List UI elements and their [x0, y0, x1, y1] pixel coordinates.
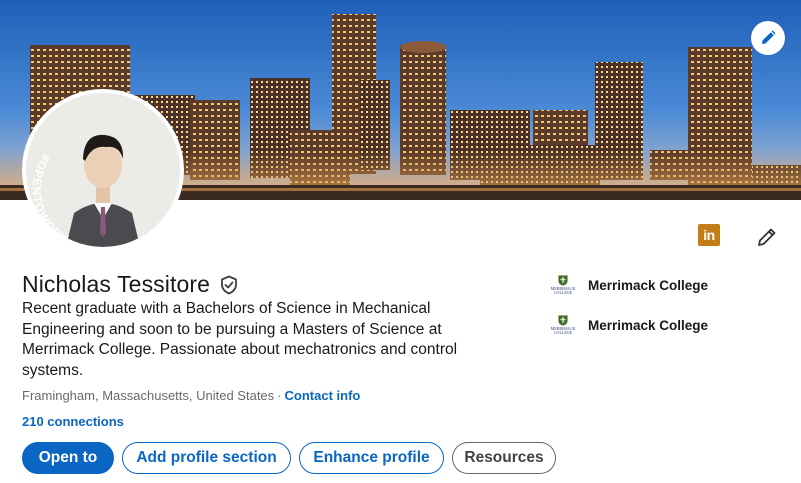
school-logo-caption: MERRIMACK COLLEGE — [550, 285, 576, 295]
name-row: Nicholas Tessitore — [22, 271, 240, 298]
add-profile-section-button[interactable]: Add profile section — [122, 442, 291, 474]
connections-link[interactable]: 210 connections — [22, 414, 124, 429]
enhance-profile-button[interactable]: Enhance profile — [299, 442, 444, 474]
open-to-button[interactable]: Open to — [22, 442, 114, 474]
merrimack-crest-icon: MERRIMACK COLLEGE — [550, 312, 576, 338]
education-item[interactable]: MERRIMACK COLLEGE Merrimack College — [550, 272, 708, 298]
profile-headline: Recent graduate with a Bachelors of Scie… — [22, 300, 458, 379]
school-name: Merrimack College — [588, 277, 709, 293]
edit-banner-button[interactable] — [751, 21, 785, 55]
profile-name: Nicholas Tessitore — [22, 271, 211, 297]
separator: · — [277, 388, 282, 403]
shield-check-icon[interactable] — [218, 274, 240, 296]
location-row: Framingham, Massachusetts, United States… — [22, 388, 360, 403]
profile-location: Framingham, Massachusetts, United States — [22, 388, 275, 403]
pencil-icon — [758, 228, 776, 246]
profile-photo[interactable]: #OPENTOWORK — [22, 89, 184, 251]
linkedin-badge-text: in — [703, 227, 715, 243]
resources-button[interactable]: Resources — [452, 442, 556, 474]
profile-action-buttons: Open to Add profile section Enhance prof… — [22, 442, 556, 474]
merrimack-crest-icon: MERRIMACK COLLEGE — [550, 272, 576, 298]
school-logo-caption: MERRIMACK COLLEGE — [550, 325, 576, 335]
education-item[interactable]: MERRIMACK COLLEGE Merrimack College — [550, 312, 708, 338]
contact-info-link[interactable]: Contact info — [285, 388, 361, 403]
open-to-work-photo-frame: #OPENTOWORK — [26, 93, 180, 247]
school-name: Merrimack College — [588, 317, 709, 333]
edit-intro-button[interactable] — [754, 224, 780, 250]
linkedin-icon[interactable]: in — [698, 224, 720, 246]
pencil-icon — [762, 30, 776, 44]
avatar: #OPENTOWORK — [26, 93, 180, 247]
